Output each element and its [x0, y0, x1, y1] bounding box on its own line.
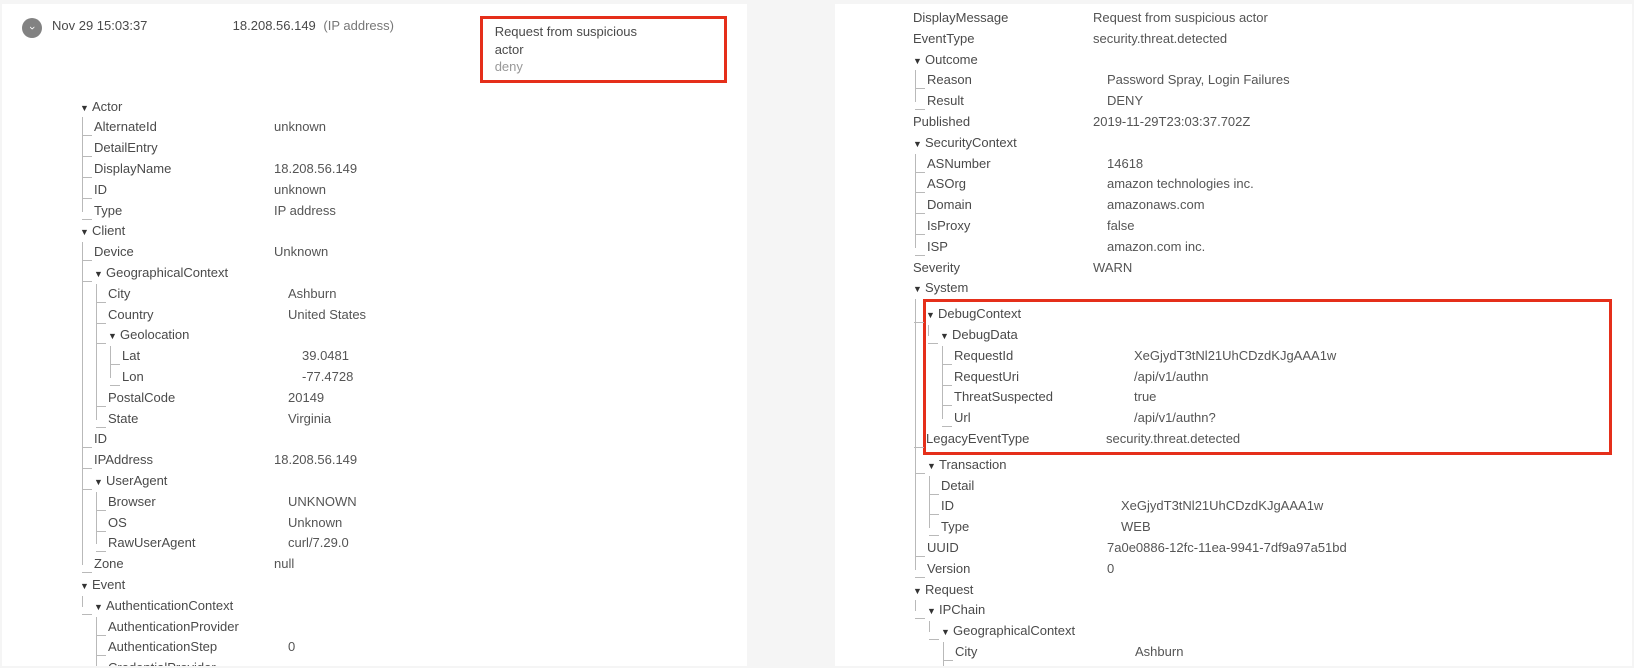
node-alternateid[interactable]: AlternateIdunknown	[94, 117, 727, 138]
caret-down-icon: ▼	[913, 282, 922, 296]
node-authprovider[interactable]: AuthenticationProvider	[108, 617, 727, 638]
node-authstep[interactable]: AuthenticationStep0	[108, 637, 727, 658]
node-city[interactable]: CityAshburn	[108, 284, 727, 305]
detail-tree-right: DisplayMessageRequest from suspicious ac…	[855, 8, 1612, 666]
caret-down-icon: ▼	[913, 137, 922, 151]
node-actor[interactable]: ▼Actor AlternateIdunknown DetailEntry Di…	[80, 97, 727, 222]
node-rawuseragent[interactable]: RawUserAgentcurl/7.29.0	[108, 533, 727, 554]
caret-down-icon: ▼	[108, 329, 117, 343]
caret-down-icon: ▼	[913, 54, 922, 68]
node-reason[interactable]: ReasonPassword Spray, Login Failures	[927, 70, 1612, 91]
node-severity[interactable]: SeverityWARN	[913, 258, 1612, 279]
node-asorg[interactable]: ASOrgamazon technologies inc.	[927, 174, 1612, 195]
node-ipaddress[interactable]: IPAddress18.208.56.149	[94, 450, 727, 471]
caret-down-icon: ▼	[80, 101, 89, 115]
node-browser[interactable]: BrowserUNKNOWN	[108, 492, 727, 513]
log-detail-panel-right: DisplayMessageRequest from suspicious ac…	[835, 4, 1632, 666]
node-client-id[interactable]: ID	[94, 429, 727, 450]
node-authcontext[interactable]: ▼AuthenticationContext AuthenticationPro…	[94, 596, 727, 666]
node-os[interactable]: OSUnknown	[108, 513, 727, 534]
node-version[interactable]: Version0	[927, 559, 1612, 580]
node-request[interactable]: ▼Request ▼IPChain ▼GeographicalContext C…	[913, 580, 1612, 666]
node-requestid[interactable]: RequestIdXeGjydT3tNl21UhCDzdKJgAAA1w	[954, 346, 1605, 367]
node-ipchain[interactable]: ▼IPChain ▼GeographicalContext CityAshbur…	[927, 600, 1612, 666]
node-postalcode[interactable]: PostalCode20149	[108, 388, 727, 409]
node-tx-type[interactable]: TypeWEB	[941, 517, 1612, 538]
node-type[interactable]: TypeIP address	[94, 201, 727, 222]
node-isproxy[interactable]: IsProxyfalse	[927, 216, 1612, 237]
log-header-row: › Nov 29 15:03:37 18.208.56.149 (IP addr…	[22, 16, 727, 83]
caret-down-icon: ▼	[927, 459, 936, 473]
chevron-down-icon: ›	[26, 26, 38, 30]
node-lon[interactable]: Lon-77.4728	[122, 367, 727, 388]
log-timestamp: Nov 29 15:03:37	[52, 16, 223, 33]
node-debugdata[interactable]: ▼DebugData RequestIdXeGjydT3tNl21UhCDzdK…	[940, 325, 1605, 429]
caret-down-icon: ▼	[80, 225, 89, 239]
node-zone[interactable]: Zonenull	[94, 554, 727, 575]
caret-down-icon: ▼	[913, 584, 922, 598]
node-outcome[interactable]: ▼Outcome ReasonPassword Spray, Login Fai…	[913, 50, 1612, 112]
node-req-geocontext[interactable]: ▼GeographicalContext CityAshburn Country…	[941, 621, 1612, 666]
node-tx-id[interactable]: IDXeGjydT3tNl21UhCDzdKJgAAA1w	[941, 496, 1612, 517]
node-debugcontext[interactable]: ▼DebugContext ▼DebugData RequestIdXeGjyd…	[926, 304, 1605, 429]
highlighted-debug-section: ▼DebugContext ▼DebugData RequestIdXeGjyd…	[927, 299, 1612, 455]
node-req-city[interactable]: CityAshburn	[955, 642, 1612, 663]
node-device[interactable]: DeviceUnknown	[94, 242, 727, 263]
node-threatsuspected[interactable]: ThreatSuspectedtrue	[954, 387, 1605, 408]
node-detail[interactable]: Detail	[941, 476, 1612, 497]
detail-tree-left: ▼Actor AlternateIdunknown DetailEntry Di…	[22, 97, 727, 666]
collapse-toggle[interactable]: ›	[22, 18, 42, 38]
caret-down-icon: ▼	[941, 625, 950, 639]
caret-down-icon: ▼	[94, 600, 103, 614]
node-useragent[interactable]: ▼UserAgent BrowserUNKNOWN OSUnknown RawU…	[94, 471, 727, 554]
node-system[interactable]: ▼System ▼DebugContext ▼DebugData Request…	[913, 278, 1612, 579]
node-country[interactable]: CountryUnited States	[108, 305, 727, 326]
caret-down-icon: ▼	[80, 579, 89, 593]
log-detail-panel-left: › Nov 29 15:03:37 18.208.56.149 (IP addr…	[2, 4, 747, 666]
caret-down-icon: ▼	[94, 267, 103, 281]
node-asnumber[interactable]: ASNumber14618	[927, 154, 1612, 175]
caret-down-icon: ▼	[94, 475, 103, 489]
node-legacyeventtype[interactable]: LegacyEventTypesecurity.threat.detected	[926, 429, 1605, 450]
node-requesturi[interactable]: RequestUri/api/v1/authn	[954, 367, 1605, 388]
node-domain[interactable]: Domainamazonaws.com	[927, 195, 1612, 216]
node-geolocation[interactable]: ▼Geolocation Lat39.0481 Lon-77.4728	[108, 325, 727, 387]
node-event[interactable]: ▼Event ▼AuthenticationContext Authentica…	[80, 575, 727, 666]
node-result[interactable]: ResultDENY	[927, 91, 1612, 112]
node-transaction[interactable]: ▼Transaction Detail IDXeGjydT3tNl21UhCDz…	[927, 455, 1612, 538]
node-state[interactable]: StateVirginia	[108, 409, 727, 430]
node-client[interactable]: ▼Client DeviceUnknown ▼GeographicalConte…	[80, 221, 727, 575]
node-displayname[interactable]: DisplayName18.208.56.149	[94, 159, 727, 180]
result-text: deny	[495, 58, 656, 76]
message-highlight-box: Request from suspicious actor deny	[480, 16, 727, 83]
log-actor-ip: 18.208.56.149 (IP address)	[233, 16, 470, 33]
node-securitycontext[interactable]: ▼SecurityContext ASNumber14618 ASOrgamaz…	[913, 133, 1612, 258]
node-geocontext[interactable]: ▼GeographicalContext CityAshburn Country…	[94, 263, 727, 429]
log-message-block: Request from suspicious actor deny	[480, 16, 727, 83]
ip-address-text: 18.208.56.149	[233, 18, 316, 33]
caret-down-icon: ▼	[926, 308, 935, 322]
node-eventtype[interactable]: EventTypesecurity.threat.detected	[913, 29, 1612, 50]
node-uuid[interactable]: UUID7a0e0886-12fc-11ea-9941-7df9a97a51bd	[927, 538, 1612, 559]
node-published[interactable]: Published2019-11-29T23:03:37.702Z	[913, 112, 1612, 133]
caret-down-icon: ▼	[927, 604, 936, 618]
node-credprovider[interactable]: CredentialProvider	[108, 658, 727, 666]
caret-down-icon: ▼	[940, 329, 949, 343]
node-url[interactable]: Url/api/v1/authn?	[954, 408, 1605, 429]
node-id[interactable]: IDunknown	[94, 180, 727, 201]
node-detailentry[interactable]: DetailEntry	[94, 138, 727, 159]
node-isp[interactable]: ISPamazon.com inc.	[927, 237, 1612, 258]
display-message: Request from suspicious actor	[495, 23, 656, 58]
ip-type-suffix: (IP address)	[323, 18, 394, 33]
node-displaymessage[interactable]: DisplayMessageRequest from suspicious ac…	[913, 8, 1612, 29]
node-req-country[interactable]: CountryUnited States	[955, 663, 1612, 666]
node-lat[interactable]: Lat39.0481	[122, 346, 727, 367]
